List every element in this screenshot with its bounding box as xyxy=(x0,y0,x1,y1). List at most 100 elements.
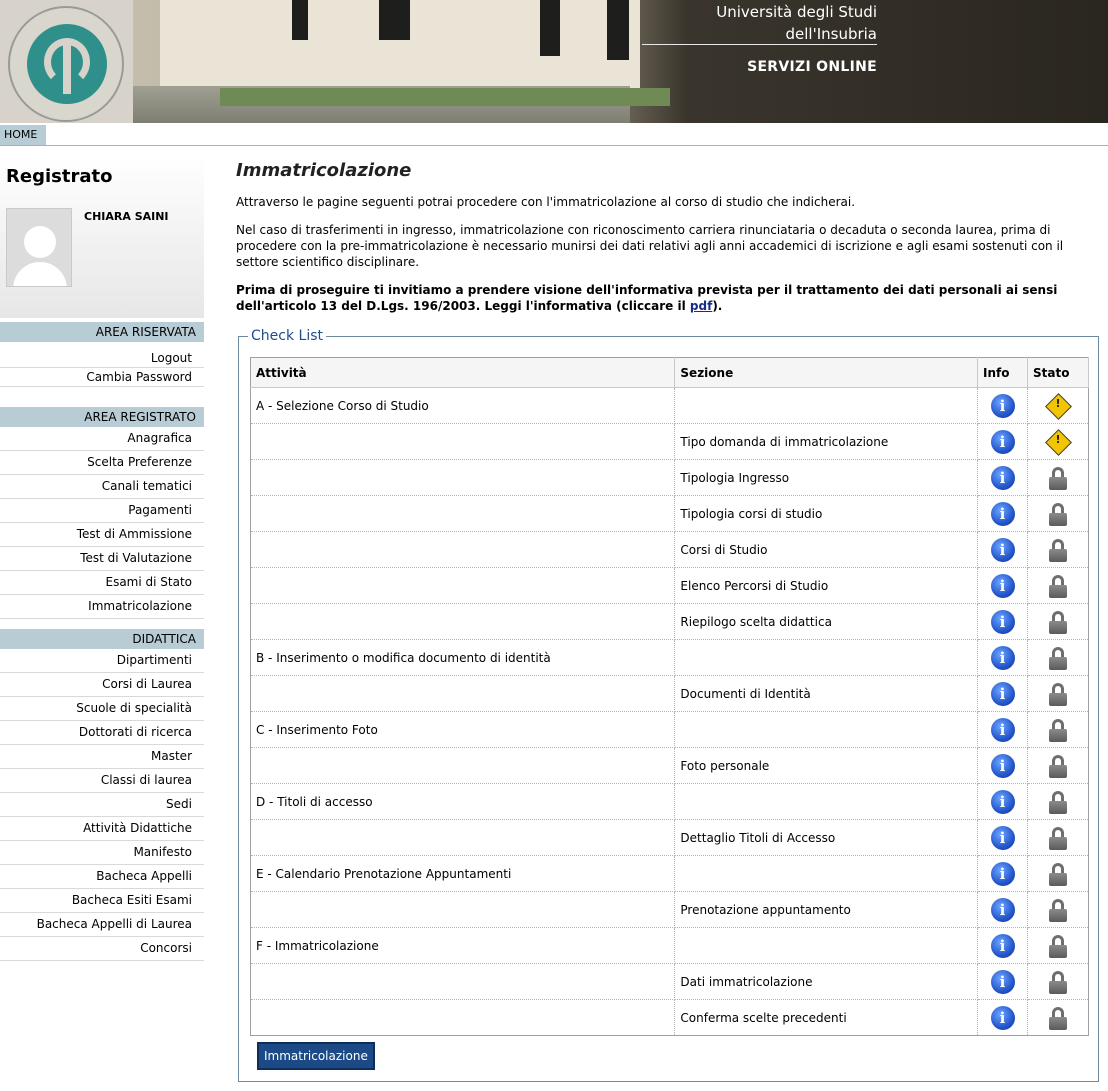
lock-icon xyxy=(1048,574,1068,598)
table-row: Corsi di Studio i xyxy=(250,531,1089,568)
cell-sezione: Tipo domanda di immatricolazione xyxy=(674,423,979,460)
cell-stato xyxy=(1027,999,1089,1036)
info-icon[interactable]: i xyxy=(990,825,1015,850)
cell-attivita xyxy=(250,459,676,496)
info-icon[interactable]: i xyxy=(990,501,1015,526)
cell-stato xyxy=(1027,639,1089,676)
sidebar-item-cambia-password[interactable]: Cambia Password xyxy=(0,368,204,387)
sidebar-item-logout[interactable]: Logout xyxy=(0,349,204,368)
cell-attivita xyxy=(250,495,676,532)
cell-attivita xyxy=(250,999,676,1036)
cell-sezione: Tipologia Ingresso xyxy=(674,459,979,496)
avatar xyxy=(6,208,72,287)
intro-text: Attraverso le pagine seguenti potrai pro… xyxy=(236,195,856,209)
privacy-notice: Prima di proseguire ti invitiamo a prend… xyxy=(236,282,1100,314)
main-content: Immatricolazione Attraverso le pagine se… xyxy=(236,156,1100,1082)
info-icon[interactable]: i xyxy=(990,933,1015,958)
info-icon[interactable]: i xyxy=(990,573,1015,598)
lock-icon xyxy=(1048,862,1068,886)
sidebar-item-master[interactable]: Master xyxy=(0,745,204,769)
table-row: Tipo domanda di immatricolazione i! xyxy=(250,423,1089,460)
cell-sezione xyxy=(674,927,979,964)
sidebar-item-immatricolazione[interactable]: Immatricolazione xyxy=(0,595,204,619)
lock-icon xyxy=(1048,502,1068,526)
sidebar-item-test-valutazione[interactable]: Test di Valutazione xyxy=(0,547,204,571)
checklist-fieldset: Check List Attività Sezione Info Stato A… xyxy=(238,328,1099,1082)
cell-attivita xyxy=(250,603,676,640)
info-icon[interactable]: i xyxy=(990,717,1015,742)
sidebar-item-scelta-preferenze[interactable]: Scelta Preferenze xyxy=(0,451,204,475)
info-icon[interactable]: i xyxy=(990,609,1015,634)
cell-sezione: Corsi di Studio xyxy=(674,531,979,568)
cell-attivita xyxy=(250,963,676,1000)
info-icon[interactable]: i xyxy=(990,897,1015,922)
sidebar-item-esami-stato[interactable]: Esami di Stato xyxy=(0,571,204,595)
checklist-table: Attività Sezione Info Stato A - Selezion… xyxy=(250,357,1089,1036)
cell-sezione xyxy=(674,783,979,820)
sidebar-item-manifesto[interactable]: Manifesto xyxy=(0,841,204,865)
top-tab-bar: HOME xyxy=(0,123,1108,146)
lock-icon xyxy=(1048,754,1068,778)
transfer-note: Nel caso di trasferimenti in ingresso, i… xyxy=(236,223,1064,269)
sidebar-item-pagamenti[interactable]: Pagamenti xyxy=(0,499,204,523)
lock-icon xyxy=(1048,646,1068,670)
info-icon[interactable]: i xyxy=(990,681,1015,706)
cell-info: i xyxy=(977,603,1028,640)
info-icon[interactable]: i xyxy=(990,537,1015,562)
cell-sezione: Documenti di Identità xyxy=(674,675,979,712)
table-row: D - Titoli di accesso i xyxy=(250,783,1089,820)
cell-stato xyxy=(1027,531,1089,568)
sidebar-item-bacheca-esiti[interactable]: Bacheca Esiti Esami xyxy=(0,889,204,913)
table-row: E - Calendario Prenotazione Appuntamenti… xyxy=(250,855,1089,892)
sidebar-item-bacheca-appelli-laurea[interactable]: Bacheca Appelli di Laurea xyxy=(0,913,204,937)
tab-home[interactable]: HOME xyxy=(0,125,47,145)
cell-attivita xyxy=(250,675,676,712)
cell-attivita: D - Titoli di accesso xyxy=(250,783,676,820)
sidebar-item-test-ammissione[interactable]: Test di Ammissione xyxy=(0,523,204,547)
sidebar-item-anagrafica[interactable]: Anagrafica xyxy=(0,427,204,451)
sidebar-item-corsi-laurea[interactable]: Corsi di Laurea xyxy=(0,673,204,697)
cell-sezione: Tipologia corsi di studio xyxy=(674,495,979,532)
info-icon[interactable]: i xyxy=(990,645,1015,670)
info-icon[interactable]: i xyxy=(990,429,1015,454)
sidebar-item-concorsi[interactable]: Concorsi xyxy=(0,937,204,961)
sidebar-item-classi-laurea[interactable]: Classi di laurea xyxy=(0,769,204,793)
sidebar-item-dipartimenti[interactable]: Dipartimenti xyxy=(0,649,204,673)
info-icon[interactable]: i xyxy=(990,753,1015,778)
header-banner: Università degli Studi dell'Insubria SER… xyxy=(0,0,1108,123)
sidebar-item-dottorati[interactable]: Dottorati di ricerca xyxy=(0,721,204,745)
column-header-attivita: Attività xyxy=(250,357,676,388)
cell-stato xyxy=(1027,495,1089,532)
sidebar-item-sedi[interactable]: Sedi xyxy=(0,793,204,817)
cell-stato xyxy=(1027,855,1089,892)
table-row: A - Selezione Corso di Studio i! xyxy=(250,387,1089,424)
sidebar-item-bacheca-appelli[interactable]: Bacheca Appelli xyxy=(0,865,204,889)
sidebar-item-canali-tematici[interactable]: Canali tematici xyxy=(0,475,204,499)
immatricolazione-button[interactable]: Immatricolazione xyxy=(257,1042,375,1070)
lock-icon xyxy=(1048,610,1068,634)
cell-sezione xyxy=(674,387,979,424)
cell-attivita xyxy=(250,423,676,460)
cell-sezione: Foto personale xyxy=(674,747,979,784)
info-icon[interactable]: i xyxy=(990,861,1015,886)
info-icon[interactable]: i xyxy=(990,465,1015,490)
sidebar-item-scuole-specialita[interactable]: Scuole di specialità xyxy=(0,697,204,721)
cell-attivita xyxy=(250,531,676,568)
privacy-pdf-link[interactable]: pdf xyxy=(690,299,712,313)
cell-attivita: F - Immatricolazione xyxy=(250,927,676,964)
cell-attivita xyxy=(250,819,676,856)
services-title: SERVIZI ONLINE xyxy=(747,59,877,75)
info-icon[interactable]: i xyxy=(990,393,1015,418)
table-row: Tipologia corsi di studio i xyxy=(250,495,1089,532)
cell-stato: ! xyxy=(1027,423,1089,460)
cell-info: i xyxy=(977,711,1028,748)
cell-attivita: C - Inserimento Foto xyxy=(250,711,676,748)
sidebar-item-attivita-didattiche[interactable]: Attività Didattiche xyxy=(0,817,204,841)
info-icon[interactable]: i xyxy=(990,1005,1015,1030)
warning-icon: ! xyxy=(1045,429,1071,455)
cell-info: i xyxy=(977,567,1028,604)
info-icon[interactable]: i xyxy=(990,969,1015,994)
info-icon[interactable]: i xyxy=(990,789,1015,814)
cell-stato xyxy=(1027,963,1089,1000)
cell-stato xyxy=(1027,603,1089,640)
